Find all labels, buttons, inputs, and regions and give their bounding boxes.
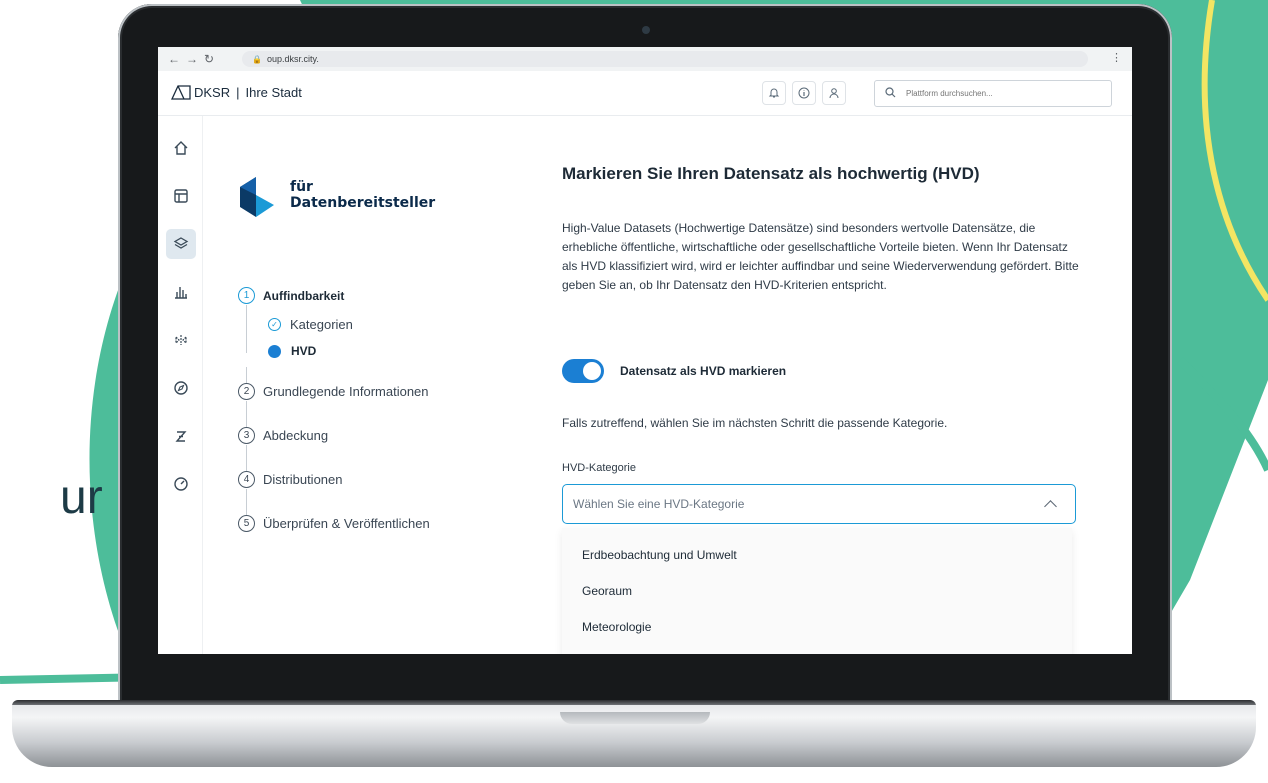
search-box[interactable] xyxy=(874,80,1112,107)
toggle-knob xyxy=(583,362,601,380)
lock-icon: 🔒 xyxy=(252,55,262,64)
step-number: 3 xyxy=(238,427,255,444)
browser-toolbar: ← → ↻ 🔒 oup.dksr.city. ⋮ xyxy=(158,47,1132,72)
app-header: DKSR | Ihre Stadt xyxy=(158,71,1132,116)
page-title: Markieren Sie Ihren Datensatz als hochwe… xyxy=(562,164,980,183)
hvd-description: High-Value Datasets (Hochwertige Datensä… xyxy=(562,221,1079,292)
main-content: Markieren Sie Ihren Datensatz als hochwe… xyxy=(562,164,1082,654)
step-connector xyxy=(246,305,247,353)
step-label: Abdeckung xyxy=(263,428,329,443)
step-number: 2 xyxy=(238,383,255,400)
step-4[interactable]: 4 Distributionen xyxy=(238,471,343,488)
brand-line-1: für xyxy=(290,179,313,195)
url-text: oup.dksr.city. xyxy=(266,54,319,64)
category-hint: Falls zutreffend, wählen Sie im nächsten… xyxy=(562,416,948,430)
current-dot-icon xyxy=(268,344,281,358)
brand-line-2: Datenbereitsteller xyxy=(290,195,436,211)
step-connector xyxy=(246,445,247,471)
chevron-up-icon xyxy=(1044,500,1057,513)
step-1[interactable]: 1 Auffindbarkeit xyxy=(238,287,344,304)
substep-kategorien[interactable]: ✓ Kategorien xyxy=(268,317,353,332)
substep-label: Kategorien xyxy=(290,317,353,332)
logo[interactable]: DKSR | Ihre Stadt xyxy=(170,83,302,101)
step-2[interactable]: 2 Grundlegende Informationen xyxy=(238,383,429,400)
arrow-left-icon[interactable]: ← xyxy=(168,51,180,67)
laptop-notch xyxy=(560,712,710,724)
step-number: 4 xyxy=(238,471,255,488)
hvd-category-label: HVD-Kategorie xyxy=(562,462,636,474)
step-connector xyxy=(246,367,247,383)
brand-separator: | xyxy=(236,84,240,100)
step-number: 1 xyxy=(238,287,255,304)
dksr-logo-icon xyxy=(170,85,191,100)
city-name: Ihre Stadt xyxy=(245,84,302,100)
layout-icon xyxy=(174,189,188,203)
option-georaum[interactable]: Georaum xyxy=(582,584,632,598)
step-label: Auffindbarkeit xyxy=(263,288,345,303)
hvd-category-select[interactable]: Wählen Sie eine HVD-Kategorie xyxy=(562,484,1076,524)
arrow-right-icon[interactable]: → xyxy=(186,51,198,67)
step-label: Überprüfen & Veröffentlichen xyxy=(263,516,430,531)
compass-icon xyxy=(174,381,188,395)
sidebar-item-monitoring[interactable] xyxy=(166,469,196,499)
gauge-icon xyxy=(174,477,188,491)
camera-dot xyxy=(642,26,650,34)
option-meteorologie[interactable]: Meteorologie xyxy=(582,620,651,634)
info-icon[interactable] xyxy=(792,81,816,105)
hvd-toggle[interactable] xyxy=(562,359,604,383)
select-placeholder: Wählen Sie eine HVD-Kategorie xyxy=(573,497,745,511)
provider-logo-icon xyxy=(240,177,274,217)
option-erdbeobachtung[interactable]: Erdbeobachtung und Umwelt xyxy=(582,548,737,562)
address-bar[interactable]: 🔒 oup.dksr.city. xyxy=(242,51,1088,67)
background-partial-text: ur xyxy=(60,471,103,524)
sidebar-item-analytics[interactable] xyxy=(166,277,196,307)
layers-icon xyxy=(173,237,189,249)
step-3[interactable]: 3 Abdeckung xyxy=(238,427,328,444)
step-label: Distributionen xyxy=(263,472,343,487)
substep-hvd[interactable]: HVD xyxy=(268,344,316,358)
bell-icon[interactable] xyxy=(762,81,786,105)
step-5[interactable]: 5 Überprüfen & Veröffentlichen xyxy=(238,515,430,532)
step-connector xyxy=(246,401,247,427)
step-connector xyxy=(246,489,247,515)
substep-label: HVD xyxy=(291,344,317,358)
search-icon xyxy=(885,86,896,101)
reload-icon[interactable]: ↻ xyxy=(204,51,214,67)
sidebar-item-zone[interactable] xyxy=(166,421,196,451)
sidebar-item-home[interactable] xyxy=(166,133,196,163)
split-arrows-icon xyxy=(175,335,187,345)
sidebar-item-layout[interactable] xyxy=(166,181,196,211)
search-input[interactable] xyxy=(904,88,1088,99)
laptop-screen: ← → ↻ 🔒 oup.dksr.city. ⋮ DKSR | Ihre Stad… xyxy=(158,47,1132,654)
check-circle-icon: ✓ xyxy=(268,318,281,331)
home-icon xyxy=(174,141,188,155)
sidebar-item-integrations[interactable] xyxy=(166,325,196,355)
provider-brand-text: für Datenbereitsteller xyxy=(290,179,450,211)
step-label: Grundlegende Informationen xyxy=(263,384,429,399)
hvd-category-dropdown: Erdbeobachtung und Umwelt Georaum Meteor… xyxy=(562,528,1072,654)
brand-name: DKSR xyxy=(194,84,231,100)
z-icon xyxy=(175,431,187,442)
sidebar-nav xyxy=(158,116,203,654)
hvd-toggle-row: Datensatz als HVD markieren xyxy=(562,359,786,383)
hvd-toggle-label: Datensatz als HVD markieren xyxy=(620,364,787,378)
bar-chart-icon xyxy=(175,287,187,299)
user-icon[interactable] xyxy=(822,81,846,105)
step-number: 5 xyxy=(238,515,255,532)
sidebar-item-datasets[interactable] xyxy=(166,229,196,259)
kebab-menu-icon[interactable]: ⋮ xyxy=(1111,51,1122,64)
sidebar-item-explore[interactable] xyxy=(166,373,196,403)
